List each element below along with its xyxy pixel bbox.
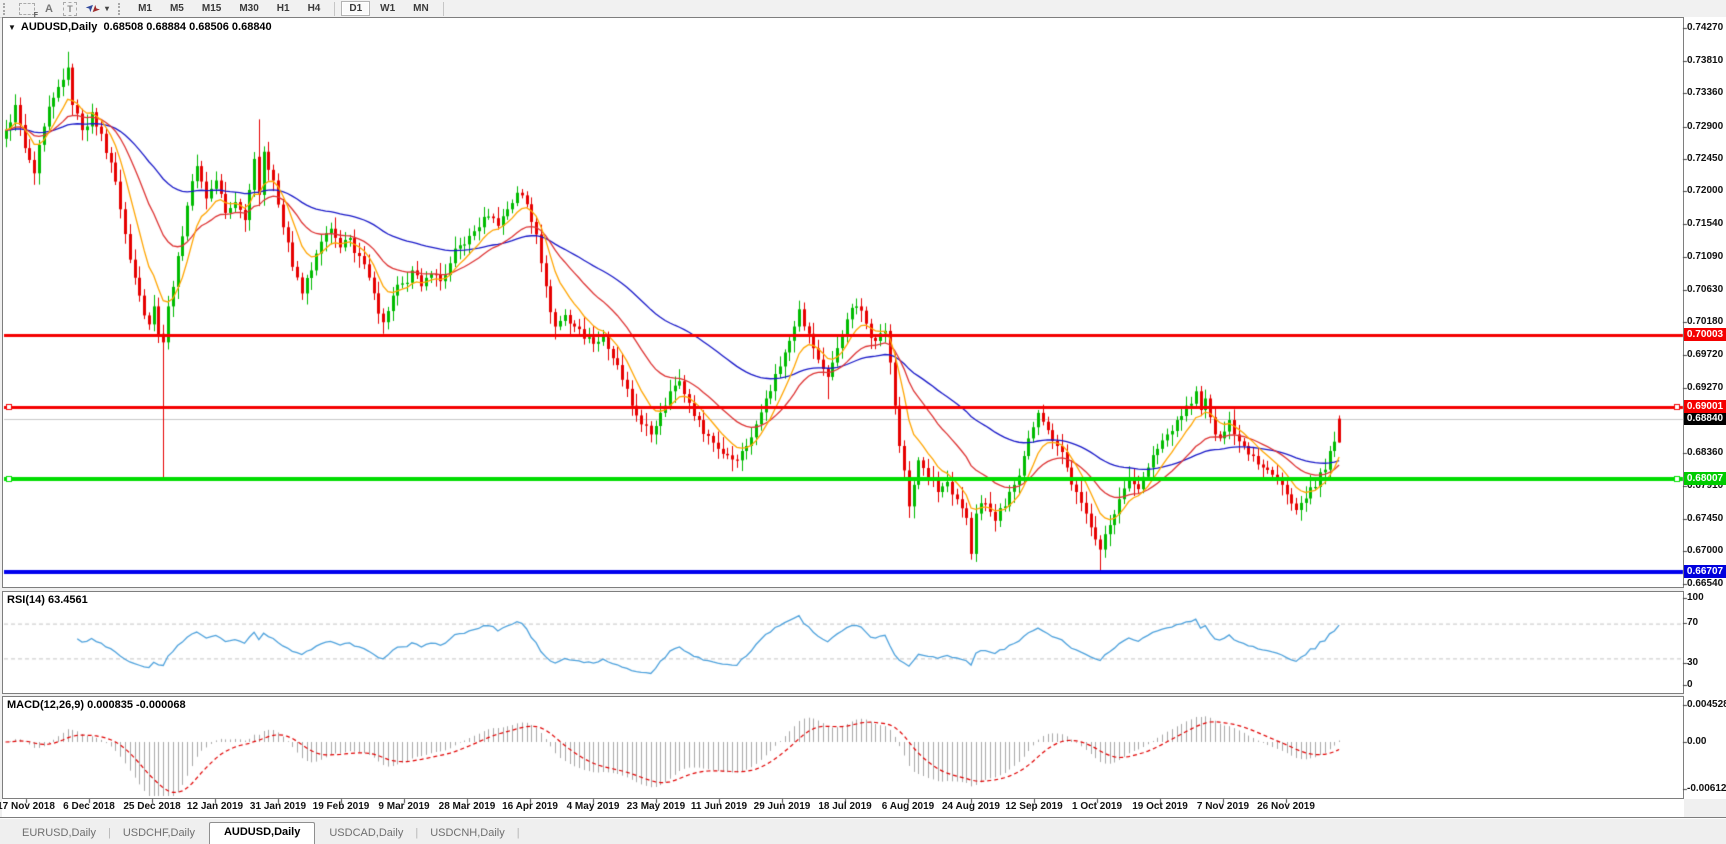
date-axis-label: 9 Mar 2019 — [378, 801, 429, 812]
price-axis-label: 0.74270 — [1687, 22, 1723, 33]
indicator-axis-label: 30 — [1687, 657, 1698, 668]
price-axis-label: 0.69270 — [1687, 382, 1723, 393]
date-axis-label: 26 Nov 2019 — [1257, 801, 1315, 812]
tab-separator: | — [517, 824, 520, 844]
price-line-tag: 0.70003 — [1684, 328, 1726, 341]
price-axis-label: 0.71090 — [1687, 251, 1723, 262]
price-axis-label: 0.70630 — [1687, 284, 1723, 295]
date-axis-label: 11 Jun 2019 — [691, 801, 747, 812]
indicator-axis-label: -0.006122 — [1687, 783, 1726, 794]
indicator-axis-label: 0.004528 — [1687, 699, 1726, 710]
date-axis-label: 1 Oct 2019 — [1072, 801, 1122, 812]
price-axis-label: 0.73810 — [1687, 55, 1723, 66]
price-axis-label: 0.73360 — [1687, 87, 1723, 98]
macd-label: MACD(12,26,9) 0.000835 -0.000068 — [7, 699, 186, 711]
date-axis-label: 16 Apr 2019 — [502, 801, 558, 812]
date-axis-label: 7 Nov 2019 — [1197, 801, 1249, 812]
price-axis-label: 0.66540 — [1687, 578, 1723, 589]
date-axis-label: 6 Dec 2018 — [63, 801, 115, 812]
date-axis-label: 12 Sep 2019 — [1005, 801, 1062, 812]
price-line-tag: 0.69001 — [1684, 400, 1726, 413]
ohlc-values: 0.68508 0.68884 0.68506 0.68840 — [103, 21, 271, 33]
indicator-axis-label: 0 — [1687, 679, 1693, 690]
price-axis-label: 0.69720 — [1687, 349, 1723, 360]
chart-tab[interactable]: EURUSD,Daily — [10, 824, 108, 844]
date-axis-label: 29 Jun 2019 — [754, 801, 811, 812]
date-axis-label: 19 Feb 2019 — [313, 801, 370, 812]
price-line-tag: 0.68007 — [1684, 472, 1726, 485]
date-axis-label: 24 Aug 2019 — [942, 801, 1000, 812]
date-axis-label: 6 Aug 2019 — [882, 801, 934, 812]
chart-tab[interactable]: USDCNH,Daily — [418, 824, 517, 844]
price-axis-label: 0.67000 — [1687, 545, 1723, 556]
price-axis-label: 0.71540 — [1687, 218, 1723, 229]
indicator-axis-label: 0.00 — [1687, 736, 1706, 747]
symbol-name: AUDUSD,Daily — [21, 21, 97, 33]
date-axis-label: 25 Dec 2018 — [123, 801, 180, 812]
date-axis-label: 23 May 2019 — [627, 801, 685, 812]
price-axis-label: 0.70180 — [1687, 316, 1723, 327]
price-axis-label: 0.72450 — [1687, 153, 1723, 164]
indicator-axis-label: 100 — [1687, 592, 1704, 603]
date-axis-label: 28 Mar 2019 — [439, 801, 496, 812]
price-line-tag: 0.68840 — [1684, 412, 1726, 425]
chart-tab-active[interactable]: AUDUSD,Daily — [209, 822, 315, 844]
price-line-tag: 0.66707 — [1684, 565, 1726, 578]
date-axis-label: 18 Jul 2019 — [818, 801, 871, 812]
price-axis-label: 0.67450 — [1687, 513, 1723, 524]
mt4-window: F A T ➤➤ ▾ M1M5M15M30H1H4D1W1MN ▼AUDUSD,… — [0, 0, 1726, 844]
date-axis-label: 4 May 2019 — [567, 801, 620, 812]
date-axis-label: 17 Nov 2018 — [0, 801, 55, 812]
date-axis-label: 31 Jan 2019 — [250, 801, 306, 812]
price-axis-label: 0.72900 — [1687, 121, 1723, 132]
price-axis-label: 0.72000 — [1687, 185, 1723, 196]
chart-canvas[interactable] — [0, 0, 1726, 844]
date-axis-label: 12 Jan 2019 — [187, 801, 243, 812]
chart-tab[interactable]: USDCHF,Daily — [111, 824, 207, 844]
indicator-axis-label: 70 — [1687, 617, 1698, 628]
price-axis-label: 0.68360 — [1687, 447, 1723, 458]
chart-title[interactable]: ▼ AUDUSD,Daily 0.68508 0.68884 0.68506 0.… — [8, 21, 272, 33]
chart-tab[interactable]: USDCAD,Daily — [317, 824, 415, 844]
chevron-down-icon[interactable]: ▼ — [8, 23, 16, 32]
chart-tab-bar: EURUSD,Daily|USDCHF,DailyAUDUSD,DailyUSD… — [0, 817, 1726, 844]
date-axis-label: 19 Oct 2019 — [1132, 801, 1188, 812]
rsi-label: RSI(14) 63.4561 — [7, 594, 88, 606]
